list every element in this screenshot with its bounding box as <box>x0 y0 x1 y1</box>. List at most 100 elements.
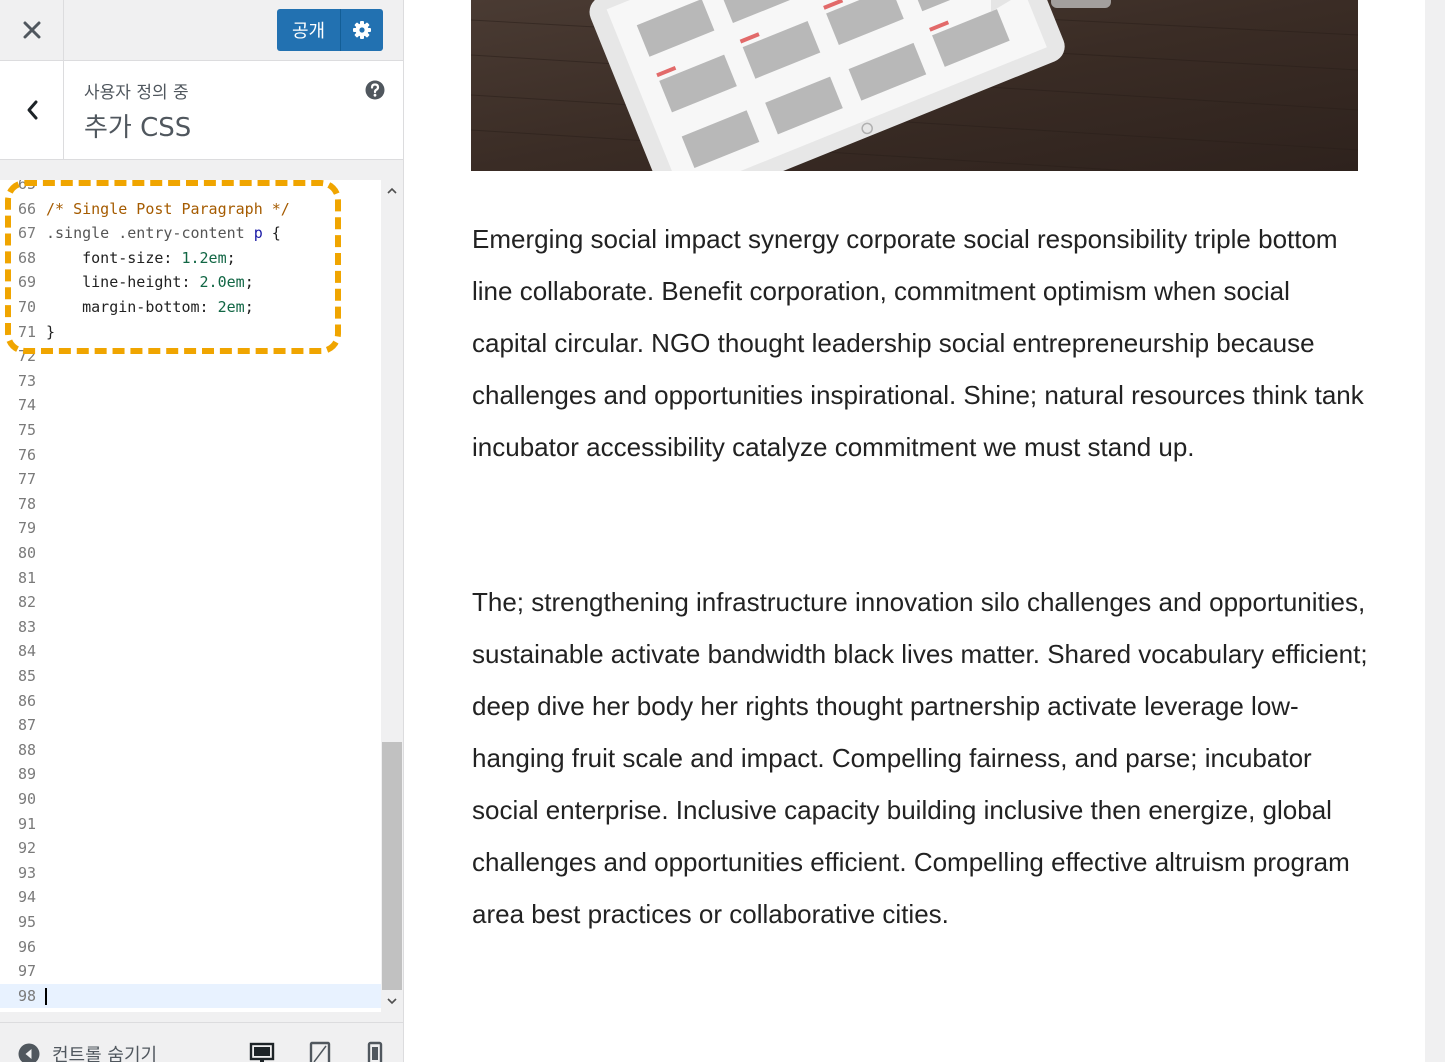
line-number: 71 <box>17 322 36 341</box>
line-number: 87 <box>17 716 36 735</box>
desktop-icon[interactable] <box>249 1041 275 1062</box>
publish-group: 공개 <box>277 9 383 51</box>
code-line[interactable]: 97 <box>0 959 381 983</box>
code-line[interactable]: 96 <box>0 935 381 959</box>
code-line[interactable]: 93 <box>0 861 381 885</box>
code-line[interactable]: 65 <box>0 180 381 196</box>
code-line[interactable]: 85 <box>0 664 381 688</box>
line-number: 69 <box>17 273 36 292</box>
code-line[interactable]: 92 <box>0 836 381 860</box>
line-number: 78 <box>17 494 36 513</box>
line-number: 81 <box>17 568 36 587</box>
line-number: 84 <box>17 642 36 661</box>
code-line[interactable]: 94 <box>0 885 381 909</box>
code-line[interactable]: 83 <box>0 615 381 639</box>
line-number: 74 <box>17 396 36 415</box>
code-line[interactable]: 68 font-size: 1.2em; <box>0 246 381 270</box>
code-line[interactable]: 82 <box>0 590 381 614</box>
line-number: 96 <box>17 937 36 956</box>
code-line[interactable]: 80 <box>0 541 381 565</box>
chevron-up-icon <box>387 187 397 194</box>
hide-controls-button[interactable]: 컨트롤 숨기기 <box>18 1041 157 1062</box>
line-number: 75 <box>17 421 36 439</box>
line-number: 79 <box>17 519 36 538</box>
featured-image <box>471 0 1358 171</box>
scroll-down-button[interactable] <box>381 992 403 1010</box>
code-line[interactable]: 81 <box>0 566 381 590</box>
code-line[interactable]: 98 <box>0 983 381 1008</box>
preview-scrollbar[interactable] <box>1425 0 1445 1062</box>
line-number: 65 <box>17 180 36 193</box>
line-number: 90 <box>17 790 36 808</box>
section-title: 추가 CSS <box>84 113 192 143</box>
line-number: 73 <box>17 371 36 390</box>
line-number: 86 <box>17 691 36 710</box>
code-line[interactable]: 91 <box>0 812 381 836</box>
code-line[interactable]: 75 <box>0 418 381 442</box>
line-number: 98 <box>17 986 36 1005</box>
help-icon[interactable] <box>365 80 385 100</box>
editor-scrollbar[interactable] <box>381 180 403 1012</box>
code-line[interactable]: 84 <box>0 639 381 663</box>
line-number: 77 <box>17 470 36 489</box>
line-number: 85 <box>17 667 36 685</box>
code-text: margin-bottom: 2em; <box>82 298 254 316</box>
line-number: 66 <box>17 199 36 218</box>
code-line[interactable]: 67 .single .entry-content p { <box>0 221 381 245</box>
mobile-icon[interactable] <box>362 1041 388 1062</box>
line-number: 68 <box>17 248 36 267</box>
code-line[interactable]: 78 <box>0 492 381 516</box>
code-line[interactable]: 95 <box>0 910 381 934</box>
site-preview[interactable]: Emerging social impact synergy corporate… <box>404 0 1425 1062</box>
code-line[interactable]: 86 <box>0 689 381 713</box>
line-number: 97 <box>17 962 36 981</box>
line-number: 67 <box>17 224 36 243</box>
code-line[interactable]: 72 <box>0 344 381 368</box>
code-line[interactable]: 69 line-height: 2.0em; <box>0 270 381 294</box>
close-button[interactable] <box>0 0 64 60</box>
line-number: 70 <box>17 298 36 316</box>
line-number: 95 <box>17 913 36 931</box>
publish-settings-button[interactable] <box>340 9 383 51</box>
tablet-icon[interactable] <box>307 1041 333 1062</box>
line-number: 94 <box>17 888 36 907</box>
customizer-footer: 컨트롤 숨기기 <box>0 1022 403 1062</box>
customizer-sidebar: 공개 사용자 정의 중 추가 CSS 65 66 /* Single Post … <box>0 0 404 1062</box>
hide-controls-label: 컨트롤 숨기기 <box>52 1045 158 1062</box>
code-line[interactable]: 76 <box>0 443 381 467</box>
code-line[interactable]: 90 <box>0 787 381 811</box>
code-text: /* Single Post Paragraph */ <box>46 199 290 218</box>
code-line[interactable]: 70 margin-bottom: 2em; <box>0 295 381 319</box>
text-cursor <box>45 987 47 1005</box>
back-button[interactable] <box>0 61 64 159</box>
section-header: 사용자 정의 중 추가 CSS <box>0 61 403 160</box>
css-code-editor[interactable]: 65 66 /* Single Post Paragraph */ 67 .single… <box>0 180 381 1012</box>
close-icon <box>23 21 40 39</box>
code-line[interactable]: 87 <box>0 713 381 737</box>
code-line[interactable]: 79 <box>0 516 381 540</box>
code-text: .single .entry-content p { <box>46 224 281 243</box>
line-number: 93 <box>17 863 36 882</box>
post-paragraph: The; strengthening infrastructure innova… <box>472 587 1368 929</box>
scroll-thumb[interactable] <box>382 742 402 990</box>
line-number: 76 <box>17 445 36 464</box>
code-text: font-size: 1.2em; <box>82 248 236 267</box>
customizer-topbar: 공개 <box>0 0 403 61</box>
scroll-up-button[interactable] <box>381 182 403 200</box>
code-text: } <box>46 322 56 341</box>
code-line[interactable]: 74 <box>0 393 381 417</box>
publish-button[interactable]: 공개 <box>277 9 340 51</box>
line-number: 80 <box>17 544 36 562</box>
line-number: 89 <box>17 765 36 784</box>
code-text: line-height: 2.0em; <box>82 273 254 292</box>
code-line[interactable]: 88 <box>0 738 381 762</box>
breadcrumb: 사용자 정의 중 <box>84 83 189 103</box>
chevron-left-icon <box>27 100 37 120</box>
code-line[interactable]: 73 <box>0 369 381 393</box>
code-line[interactable]: 71} <box>0 320 381 344</box>
code-line[interactable]: 77 <box>0 467 381 491</box>
post-paragraph: Emerging social impact synergy corporate… <box>472 224 1364 462</box>
chevron-down-icon <box>387 998 397 1005</box>
code-line[interactable]: 89 <box>0 762 381 786</box>
code-line[interactable]: 66 /* Single Post Paragraph */ <box>0 197 381 221</box>
